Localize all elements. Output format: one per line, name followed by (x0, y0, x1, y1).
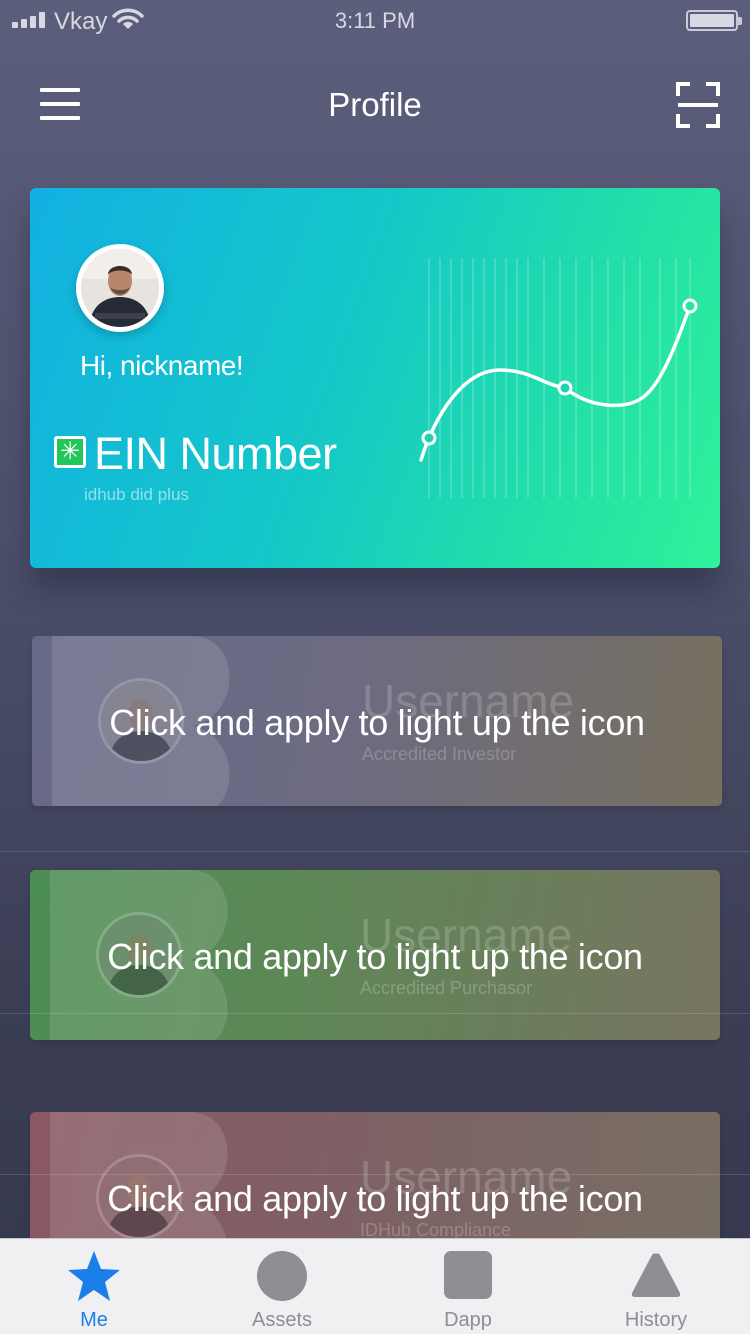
ein-title: EIN Number (94, 428, 337, 479)
ein-subtitle: idhub did plus (84, 485, 189, 504)
profile-card[interactable]: Hi, nickname! ✳ EIN Number idhub did plu… (30, 188, 720, 568)
divider (0, 1174, 750, 1175)
tab-assets[interactable]: Assets (188, 1239, 376, 1334)
chart-point (682, 298, 698, 314)
credential-card-investor[interactable]: Username Accredited Investor Click and a… (32, 636, 722, 806)
tab-bar: Me Assets Dapp History (0, 1238, 750, 1334)
tab-label: Me (80, 1309, 108, 1331)
chart-point (557, 380, 573, 396)
greeting-text: Hi, nickname! (80, 350, 244, 381)
apply-cta-text[interactable]: Click and apply to light up the icon (30, 936, 720, 978)
avatar-photo (81, 249, 159, 327)
credential-card-purchasor[interactable]: Username Accredited Purchasor Click and … (30, 870, 720, 1040)
chart-point (421, 430, 437, 446)
square-icon (374, 1249, 562, 1303)
apply-cta-text[interactable]: Click and apply to light up the icon (30, 1178, 720, 1220)
tab-label: History (624, 1309, 688, 1331)
status-bar: Vkay 3:11 PM (0, 0, 750, 40)
star-icon (0, 1249, 188, 1303)
chart-curve (419, 304, 692, 462)
triangle-icon (562, 1249, 750, 1303)
tab-dapp[interactable]: Dapp (374, 1239, 562, 1334)
circle-icon (188, 1249, 376, 1303)
credential-role: Accredited Investor (362, 744, 517, 764)
asterisk-badge-icon: ✳ (54, 436, 86, 468)
credential-role: Accredited Purchasor (360, 978, 533, 998)
scan-icon[interactable] (676, 82, 720, 128)
page-title: Profile (328, 86, 422, 123)
tab-label: Assets (251, 1309, 313, 1331)
tab-me[interactable]: Me (0, 1239, 188, 1334)
avatar[interactable] (76, 244, 164, 332)
status-time: 3:11 PM (334, 8, 416, 33)
tab-label: Dapp (444, 1309, 492, 1331)
chart-gridlines (428, 258, 691, 498)
tab-history[interactable]: History (562, 1239, 750, 1334)
battery-icon (686, 10, 742, 31)
divider (0, 851, 750, 852)
apply-cta-text[interactable]: Click and apply to light up the icon (32, 702, 722, 744)
decorative-curve-chart (419, 258, 698, 498)
divider (0, 1013, 750, 1014)
